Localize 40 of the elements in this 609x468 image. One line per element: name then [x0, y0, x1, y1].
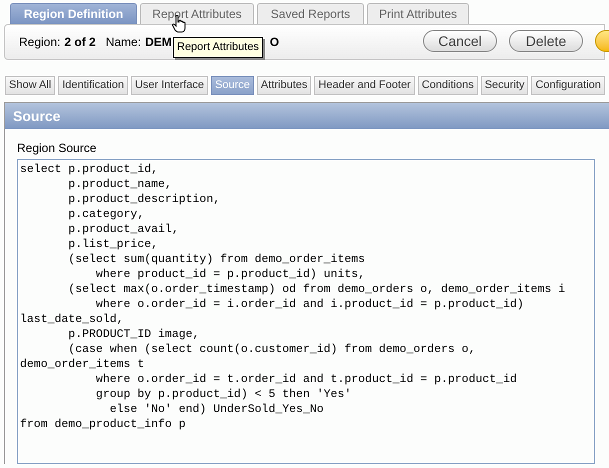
name-label: Name:	[106, 34, 142, 51]
tab[interactable]: Report Attributes	[140, 3, 254, 25]
tab[interactable]: Print Attributes	[367, 3, 469, 25]
section-tab[interactable]: Show All	[5, 76, 56, 95]
tooltip: Report Attributes	[173, 37, 263, 58]
code-line: (case when (select count(o.customer_id) from demo_orders o,	[67, 342, 476, 357]
code-line: where o.order_id = t.order_id and t.product_id = p.product_id	[94, 372, 517, 387]
section-tab[interactable]: User Interface	[130, 76, 208, 95]
region-label: Region:	[19, 34, 60, 51]
code-line: (select max(o.order_timestamp) od from demo_orders o, demo_order_items i	[67, 282, 566, 297]
name-value: DEM	[145, 34, 172, 51]
code-line: last_date_sold,	[20, 312, 124, 327]
code-line: (select sum(quantity) from demo_order_items	[67, 252, 366, 267]
code-editor-field[interactable]	[17, 159, 595, 464]
code-line: p.product_name,	[67, 177, 172, 192]
code-line: where product_id = p.product_id) units,	[94, 267, 366, 282]
code-line: select p.product_id,	[20, 162, 158, 177]
action-button[interactable]: Delete	[509, 30, 583, 52]
region-value: 2 of 2	[64, 34, 96, 51]
section-tab[interactable]: Security	[480, 76, 528, 95]
code-line: from demo_product_info p	[20, 417, 186, 432]
panel-title: Source	[13, 106, 60, 126]
section-tab[interactable]: Identification	[58, 76, 128, 95]
code-line: group by p.product_id) < 5 then 'Yes'	[94, 387, 352, 402]
code-line: else 'No' end) UnderSold_Yes_No	[108, 402, 324, 417]
code-line: p.product_avail,	[67, 222, 179, 237]
code-line: p.product_description,	[67, 192, 220, 207]
code-line: demo_order_items t	[20, 357, 144, 372]
code-line: where o.order_id = i.order_id and i.product_id = p.product_id)	[94, 297, 524, 312]
code-line: p.list_price,	[67, 237, 158, 252]
section-tab[interactable]: Conditions	[418, 76, 478, 95]
section-tab[interactable]: Configuration	[531, 76, 605, 95]
section-tab[interactable]: Attributes	[256, 76, 312, 95]
code-line: p.category,	[67, 207, 144, 222]
action-button[interactable]: Cancel	[423, 30, 497, 52]
section-tab[interactable]: Header and Footer	[314, 76, 415, 95]
name-value: O	[270, 34, 280, 51]
field-label: Region Source	[17, 140, 98, 157]
code-line: p.PRODUCT_ID image,	[67, 327, 200, 342]
tab[interactable]: Saved Reports	[257, 3, 364, 25]
